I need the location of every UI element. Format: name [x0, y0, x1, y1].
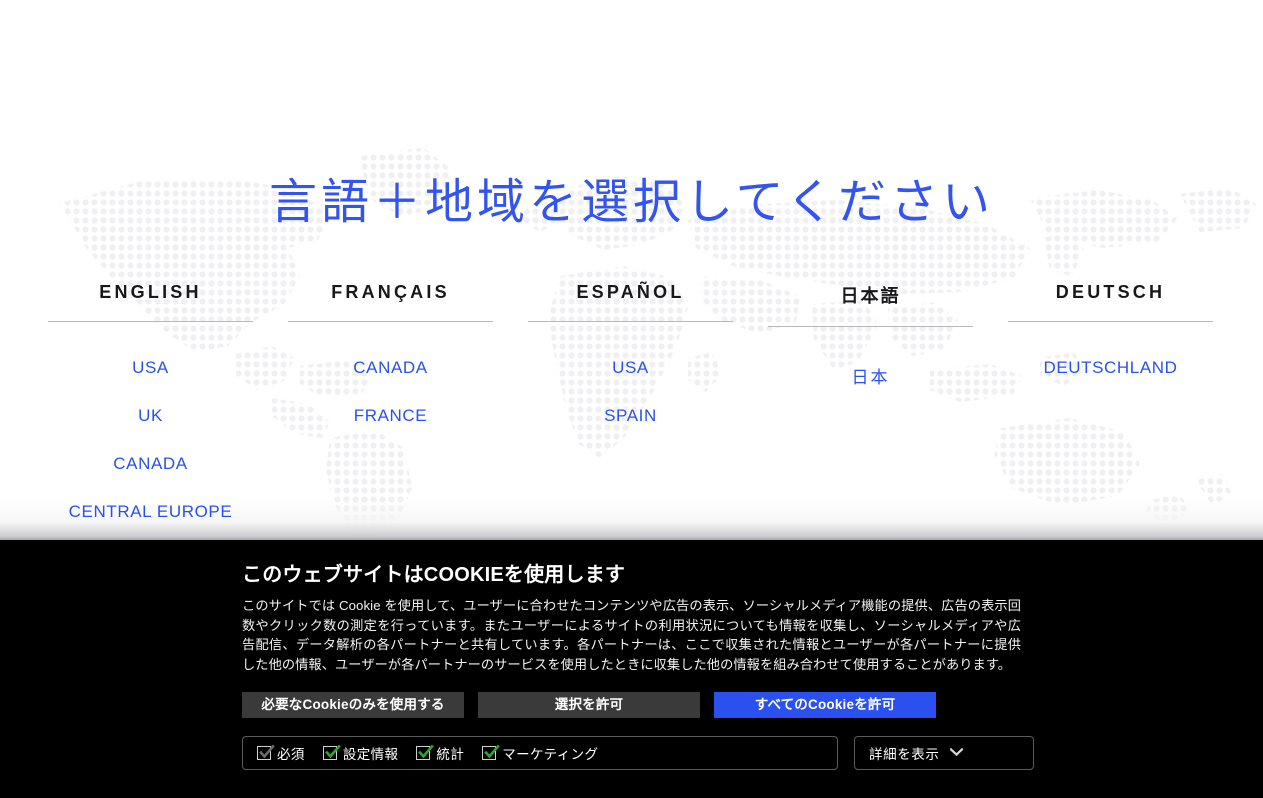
consent-checkbox-item[interactable]: 設定情報 — [322, 743, 399, 763]
checkbox-checked-disabled-icon[interactable] — [257, 744, 275, 761]
region-link[interactable]: USA — [528, 344, 733, 392]
deny-cookies-button[interactable]: 必要なCookieのみを使用する — [242, 692, 464, 719]
region-link[interactable]: DEUTSCHLAND — [1008, 344, 1213, 392]
consent-checkbox-item[interactable]: 必須 — [257, 743, 305, 763]
region-link[interactable]: UK — [48, 392, 253, 440]
consent-category-group: 必須 設定情報 統計 マーケティング — [242, 736, 838, 771]
region-link[interactable]: CANADA — [48, 440, 253, 488]
cookie-controls-row: 必須 設定情報 統計 マーケティング 詳細を表示 — [242, 736, 1034, 771]
consent-label: マーケティング — [502, 747, 599, 763]
language-column: DEUTSCH DEUTSCHLAND — [1008, 282, 1213, 536]
language-heading: 日本語 — [840, 286, 901, 306]
language-heading: ESPAÑOL — [576, 282, 685, 302]
language-heading: FRANÇAIS — [331, 282, 450, 302]
consent-checkbox-item[interactable]: 統計 — [416, 743, 464, 763]
allow-all-cookies-button[interactable]: すべてのCookieを許可 — [714, 692, 936, 719]
language-heading: ENGLISH — [99, 282, 202, 302]
show-details-toggle[interactable]: 詳細を表示 — [854, 736, 1034, 771]
region-link[interactable]: CANADA — [288, 344, 493, 392]
region-link[interactable]: SPAIN — [528, 392, 733, 440]
language-column: ENGLISH USA UK CANADA CENTRAL EUROPE — [48, 282, 253, 536]
region-list: USA SPAIN — [528, 322, 733, 440]
allow-selection-button[interactable]: 選択を許可 — [478, 692, 700, 719]
consent-label: 必須 — [277, 747, 305, 763]
chevron-down-icon — [948, 747, 964, 759]
cookie-banner-description: このサイトでは Cookie を使用して、ユーザーに合わせたコンテンツや広告の表… — [242, 598, 1021, 672]
consent-label: 設定情報 — [342, 747, 399, 763]
checkbox-checked-icon[interactable] — [416, 744, 435, 761]
cookie-consent-banner: このウェブサイトはCOOKIEを使用します このサイトでは Cookie を使用… — [0, 540, 1263, 798]
language-columns: ENGLISH USA UK CANADA CENTRAL EUROPE FRANÇAIS… — [48, 282, 1215, 536]
consent-checkbox-item[interactable]: マーケティング — [482, 743, 598, 763]
checkbox-checked-icon[interactable] — [482, 744, 501, 761]
checkbox-checked-icon[interactable] — [322, 744, 341, 761]
region-list: 日本 — [768, 327, 973, 402]
region-link[interactable]: FRANCE — [288, 392, 493, 440]
language-column: FRANÇAIS CANADA FRANCE — [288, 282, 493, 536]
cookie-button-row: 必要なCookieのみを使用する 選択を許可 すべてのCookieを許可 — [242, 692, 1021, 719]
page-title: 言語＋地域を選択してください — [268, 176, 995, 229]
region-link[interactable]: 日本 — [768, 349, 973, 402]
region-list: DEUTSCHLAND — [1008, 322, 1213, 392]
consent-label: 統計 — [436, 747, 465, 763]
language-column: ESPAÑOL USA SPAIN — [528, 282, 733, 536]
region-list: CANADA FRANCE — [288, 322, 493, 440]
region-list: USA UK CANADA CENTRAL EUROPE — [48, 322, 253, 536]
show-details-label: 詳細を表示 — [869, 747, 940, 763]
cookie-banner-title: このウェブサイトはCOOKIEを使用します — [242, 564, 626, 586]
language-column: 日本語 日本 — [768, 282, 973, 536]
region-link[interactable]: CENTRAL EUROPE — [48, 488, 253, 536]
language-heading: DEUTSCH — [1055, 282, 1166, 302]
region-link[interactable]: USA — [48, 344, 253, 392]
